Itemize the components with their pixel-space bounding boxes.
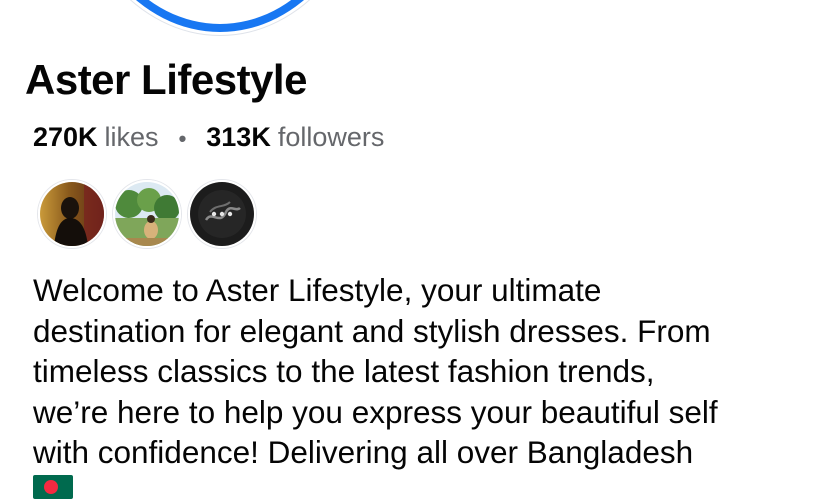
- stats-separator: •: [178, 126, 187, 151]
- friend-avatar-3[interactable]: [188, 180, 256, 248]
- woman-silhouette-photo: [40, 182, 104, 246]
- profile-picture[interactable]: [72, 0, 368, 32]
- outdoor-garden-photo: [115, 182, 179, 246]
- friend-avatar-2[interactable]: [113, 180, 181, 248]
- followers-link[interactable]: 313K followers: [206, 122, 384, 153]
- likes-link[interactable]: 270K likes: [33, 122, 159, 153]
- page-profile-header: Aster Lifestyle 270K likes • 313K follow…: [0, 0, 828, 500]
- likes-label: likes: [104, 122, 159, 152]
- intro-text: Welcome to Aster Lifestyle, your ultimat…: [33, 272, 718, 470]
- followers-count: 313K: [206, 122, 271, 152]
- friend-avatar-1[interactable]: [38, 180, 106, 248]
- likes-count: 270K: [33, 122, 98, 152]
- bangladesh-flag-icon: [33, 474, 813, 499]
- page-intro: Welcome to Aster Lifestyle, your ultimat…: [33, 270, 813, 499]
- friends-avatars[interactable]: [38, 180, 263, 248]
- calligraphy-emblem-photo: [190, 182, 254, 246]
- page-stats: 270K likes • 313K followers: [33, 122, 384, 153]
- page-title: Aster Lifestyle: [25, 56, 307, 103]
- followers-label: followers: [277, 122, 385, 152]
